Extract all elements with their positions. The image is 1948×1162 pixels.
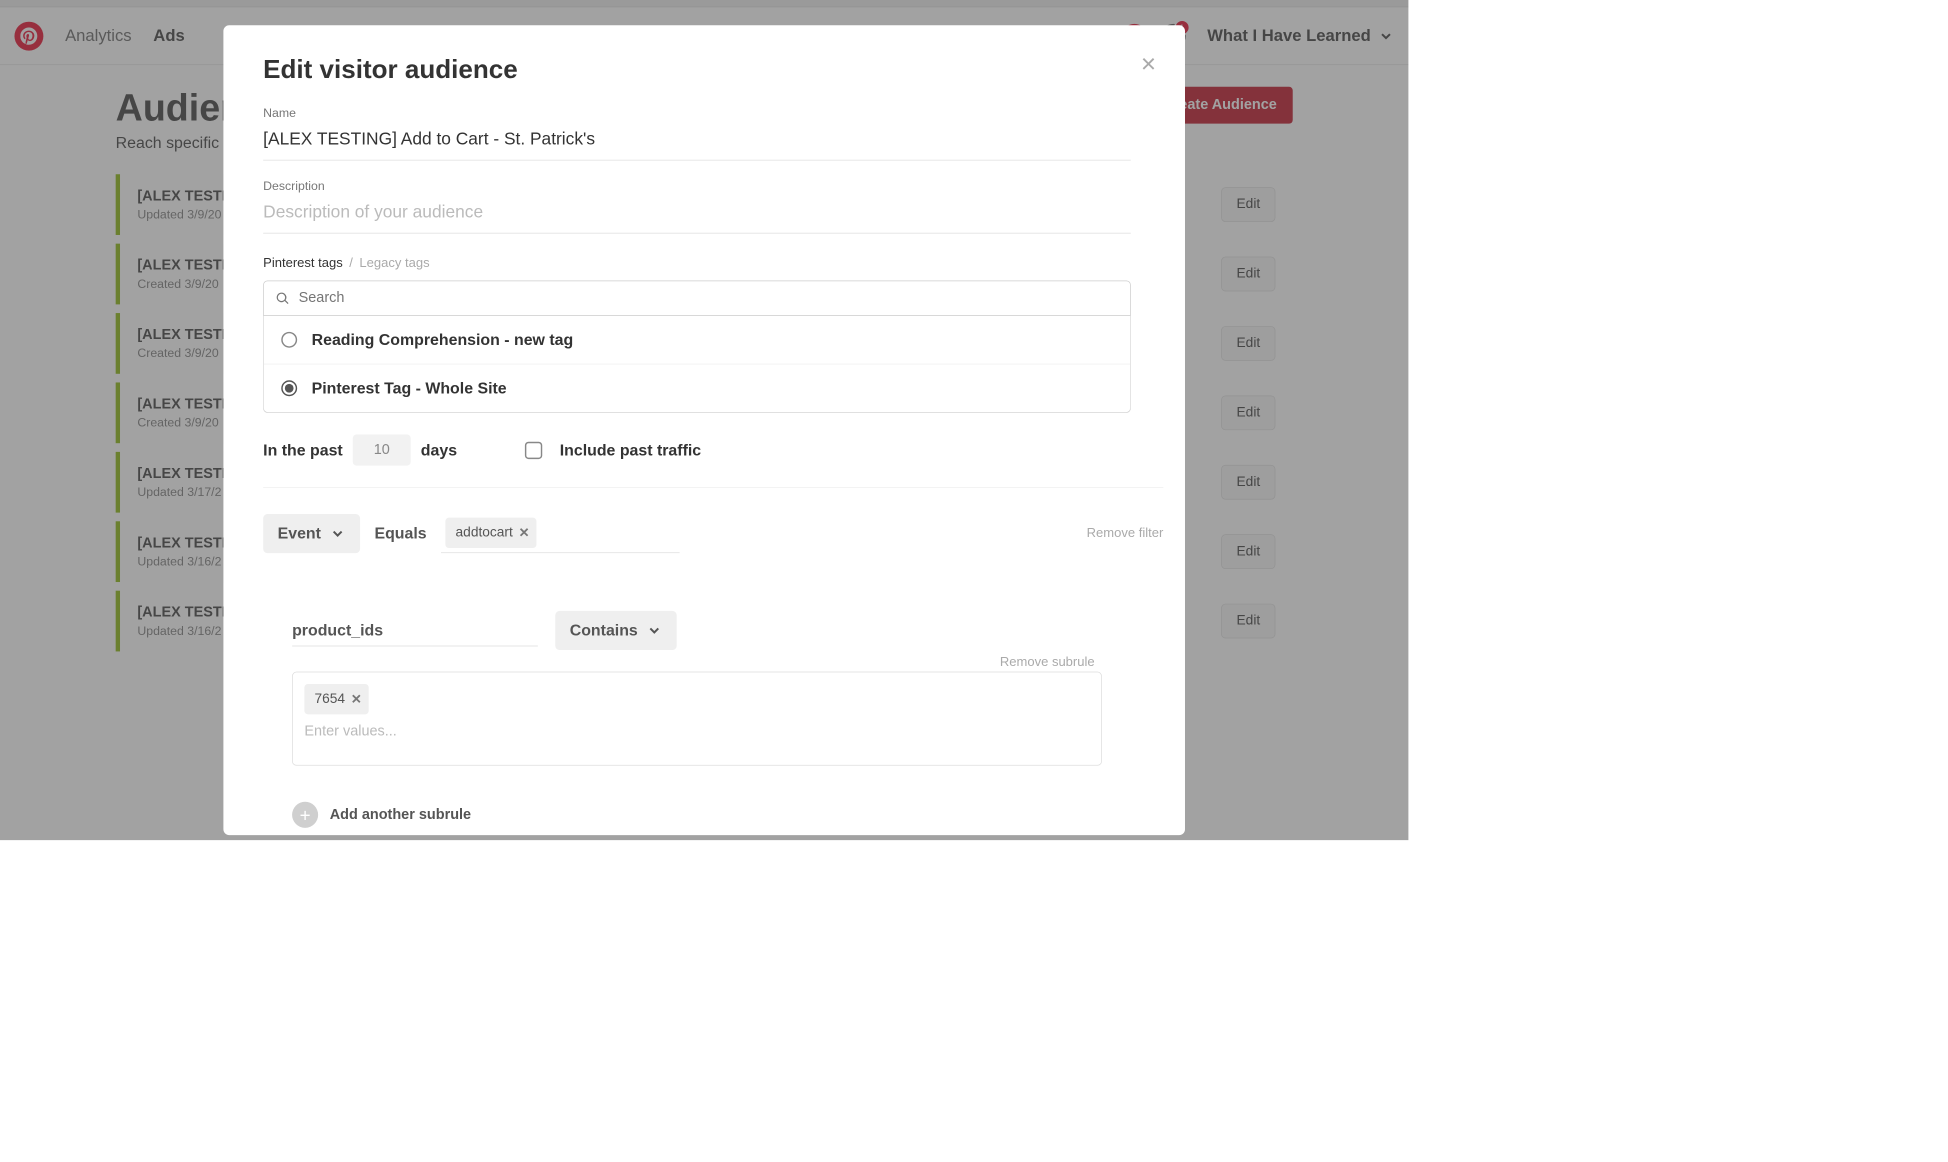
chevron-down-icon [330,525,346,541]
remove-chip-icon[interactable]: ✕ [351,692,362,707]
value-chip: 7654 ✕ [304,684,369,714]
name-input[interactable] [263,125,1131,160]
description-label: Description [263,179,1145,193]
equals-label: Equals [374,524,426,543]
subrule-values-box[interactable]: 7654 ✕ [292,672,1102,766]
add-subrule-button[interactable]: + Add another subrule [292,802,1145,828]
days-input[interactable] [353,435,411,466]
event-chip: addtocart ✕ [445,518,536,548]
tag-option[interactable]: Pinterest Tag - Whole Site [264,364,1130,412]
tag-list: Reading Comprehension - new tag Pinteres… [263,316,1131,413]
include-past-checkbox[interactable] [525,441,542,458]
remove-subrule-link[interactable]: Remove subrule [1000,654,1095,669]
description-input[interactable] [263,198,1131,233]
past-prefix: In the past [263,441,343,460]
tab-pinterest-tags[interactable]: Pinterest tags [263,255,343,269]
tag-search-box[interactable] [263,281,1131,316]
value-chip-label: 7654 [315,691,346,707]
event-value-input[interactable]: addtocart ✕ [441,513,680,553]
include-past-label: Include past traffic [560,441,701,460]
remove-filter-link[interactable]: Remove filter [1087,526,1164,541]
contains-label: Contains [570,621,638,640]
chevron-down-icon [646,623,662,639]
past-days-row: In the past days Include past traffic [263,435,1163,489]
close-icon[interactable]: × [1141,51,1156,77]
radio-icon [281,332,297,348]
tag-option-label: Pinterest Tag - Whole Site [312,379,507,398]
modal-title: Edit visitor audience [263,54,1145,84]
event-dropdown-label: Event [278,524,321,543]
values-input[interactable] [304,723,1089,740]
tag-option-label: Reading Comprehension - new tag [312,330,574,349]
name-label: Name [263,106,1145,120]
radio-icon [281,380,297,396]
filter-row: Event Equals addtocart ✕ Remove filter [263,513,1163,553]
edit-audience-modal: × Edit visitor audience Name Description… [223,25,1185,835]
search-icon [275,291,289,305]
past-suffix: days [421,441,457,460]
plus-icon: + [292,802,318,828]
tag-search-input[interactable] [299,290,1119,307]
remove-chip-icon[interactable]: ✕ [519,525,530,540]
add-subrule-label: Add another subrule [330,807,471,824]
event-dropdown[interactable]: Event [263,514,360,553]
tag-tabs: Pinterest tags / Legacy tags [263,255,1145,270]
event-chip-label: addtocart [456,525,513,541]
subrule-field-input[interactable] [292,615,538,646]
tab-legacy-tags[interactable]: Legacy tags [359,255,429,269]
subrule-block: Contains Remove subrule 7654 ✕ [292,611,1160,766]
contains-dropdown[interactable]: Contains [555,611,677,650]
tag-option[interactable]: Reading Comprehension - new tag [264,316,1130,364]
